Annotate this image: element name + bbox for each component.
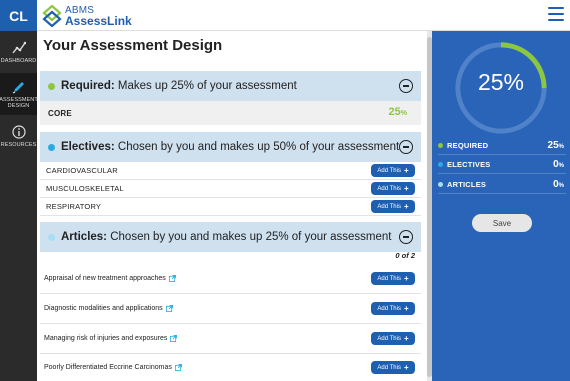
electives-dot: [48, 143, 55, 151]
collapse-electives-button[interactable]: [399, 140, 413, 154]
stat-dot: [438, 142, 443, 148]
summary-panel: 25% REQUIRED 25% ELECTIVES 0% ARTICLES 0…: [432, 31, 570, 381]
collapse-articles-button[interactable]: [399, 230, 413, 244]
external-link-icon[interactable]: [168, 275, 176, 282]
brand-mark-icon: [42, 5, 62, 27]
electives-section-header[interactable]: Electives: Chosen by you and makes up 50…: [40, 132, 421, 162]
article-label: Diagnostic modalities and applications: [44, 305, 163, 312]
add-elective-button[interactable]: Add This +: [371, 164, 415, 177]
abms-assesslink-logo[interactable]: ABMS AssessLink: [42, 3, 132, 29]
article-label: Appraisal of new treatment approaches: [44, 275, 166, 282]
article-label: Managing risk of injuries and exposures: [44, 335, 168, 342]
articles-dot: [48, 233, 55, 241]
external-link-icon[interactable]: [165, 305, 173, 312]
article-row: Appraisal of new treatment approaches Ad…: [40, 264, 421, 294]
stat-electives: ELECTIVES 0%: [438, 155, 566, 174]
sidebar-item-label: ASSESSMENT DESIGN: [0, 96, 38, 109]
brand-line-2: AssessLink: [65, 14, 132, 28]
stat-label: REQUIRED: [447, 140, 489, 150]
stat-value: 0%: [553, 158, 564, 170]
sidebar-item-resources[interactable]: RESOURCES: [0, 115, 37, 157]
articles-section-header[interactable]: Articles: Chosen by you and makes up 25%…: [40, 222, 421, 252]
stat-articles: ARTICLES 0%: [438, 175, 566, 194]
elective-label: CARDIOVASCULAR: [46, 166, 118, 175]
sidebar-item-assessment-design[interactable]: ASSESSMENT DESIGN: [0, 73, 38, 115]
article-row: Poorly Differentiated Eccrine Carcinomas…: [40, 353, 421, 381]
article-label: Poorly Differentiated Eccrine Carcinomas: [44, 364, 172, 371]
add-article-button[interactable]: Add This +: [371, 361, 415, 374]
article-row: Managing risk of injuries and exposures …: [40, 324, 421, 354]
pencil-icon: [12, 81, 24, 94]
sidebar-item-dashboard[interactable]: DASHBOARD: [0, 31, 37, 73]
articles-count: 0 of 2: [395, 251, 415, 260]
info-icon: [11, 124, 26, 139]
core-value: 25%: [388, 106, 407, 118]
save-button[interactable]: Save: [472, 214, 532, 232]
stat-dot: [438, 161, 443, 167]
external-link-icon[interactable]: [170, 335, 178, 342]
required-section-title: Required: Makes up 25% of your assessmen…: [61, 80, 297, 92]
stat-required: REQUIRED 25%: [438, 136, 566, 155]
stat-value: 25%: [547, 139, 564, 151]
add-elective-button[interactable]: Add This +: [371, 200, 415, 213]
cl-logo[interactable]: CL: [0, 0, 37, 31]
electives-section-title: Electives: Chosen by you and makes up 50…: [61, 141, 400, 153]
articles-section-title: Articles: Chosen by you and makes up 25%…: [61, 231, 392, 243]
add-elective-button[interactable]: Add This +: [371, 182, 415, 195]
add-article-button[interactable]: Add This +: [371, 332, 415, 345]
hamburger-menu-icon[interactable]: [548, 7, 564, 21]
elective-row: MUSCULOSKELETAL Add This +: [40, 180, 421, 198]
article-row: Diagnostic modalities and applications A…: [40, 294, 421, 324]
required-section-header[interactable]: Required: Makes up 25% of your assessmen…: [40, 71, 421, 101]
core-label: CORE: [48, 108, 72, 118]
stat-value: 0%: [553, 178, 564, 190]
external-link-icon[interactable]: [174, 364, 182, 371]
elective-label: MUSCULOSKELETAL: [46, 184, 124, 193]
collapse-required-button[interactable]: [399, 79, 413, 93]
main-content: Your Assessment Design Required: Makes u…: [37, 31, 427, 381]
elective-row: RESPIRATORY Add This +: [40, 198, 421, 216]
sidebar-item-label: RESOURCES: [0, 141, 37, 148]
sidebar-item-label: DASHBOARD: [0, 57, 37, 64]
elective-row: CARDIOVASCULAR Add This +: [40, 162, 421, 180]
chart-line-icon: [11, 41, 26, 53]
top-header: CL ABMS AssessLink: [0, 0, 570, 31]
add-article-button[interactable]: Add This +: [371, 302, 415, 315]
add-article-button[interactable]: Add This +: [371, 272, 415, 285]
elective-label: RESPIRATORY: [46, 202, 102, 211]
page-title: Your Assessment Design: [43, 37, 223, 54]
stat-dot: [438, 181, 443, 187]
required-dot: [48, 82, 55, 90]
left-sidebar: DASHBOARD ASSESSMENT DESIGN RESOURCES: [0, 31, 38, 381]
stat-label: ELECTIVES: [447, 159, 491, 169]
gauge-value: 25%: [477, 69, 525, 95]
core-row: CORE 25%: [40, 101, 421, 125]
stat-label: ARTICLES: [447, 179, 487, 189]
